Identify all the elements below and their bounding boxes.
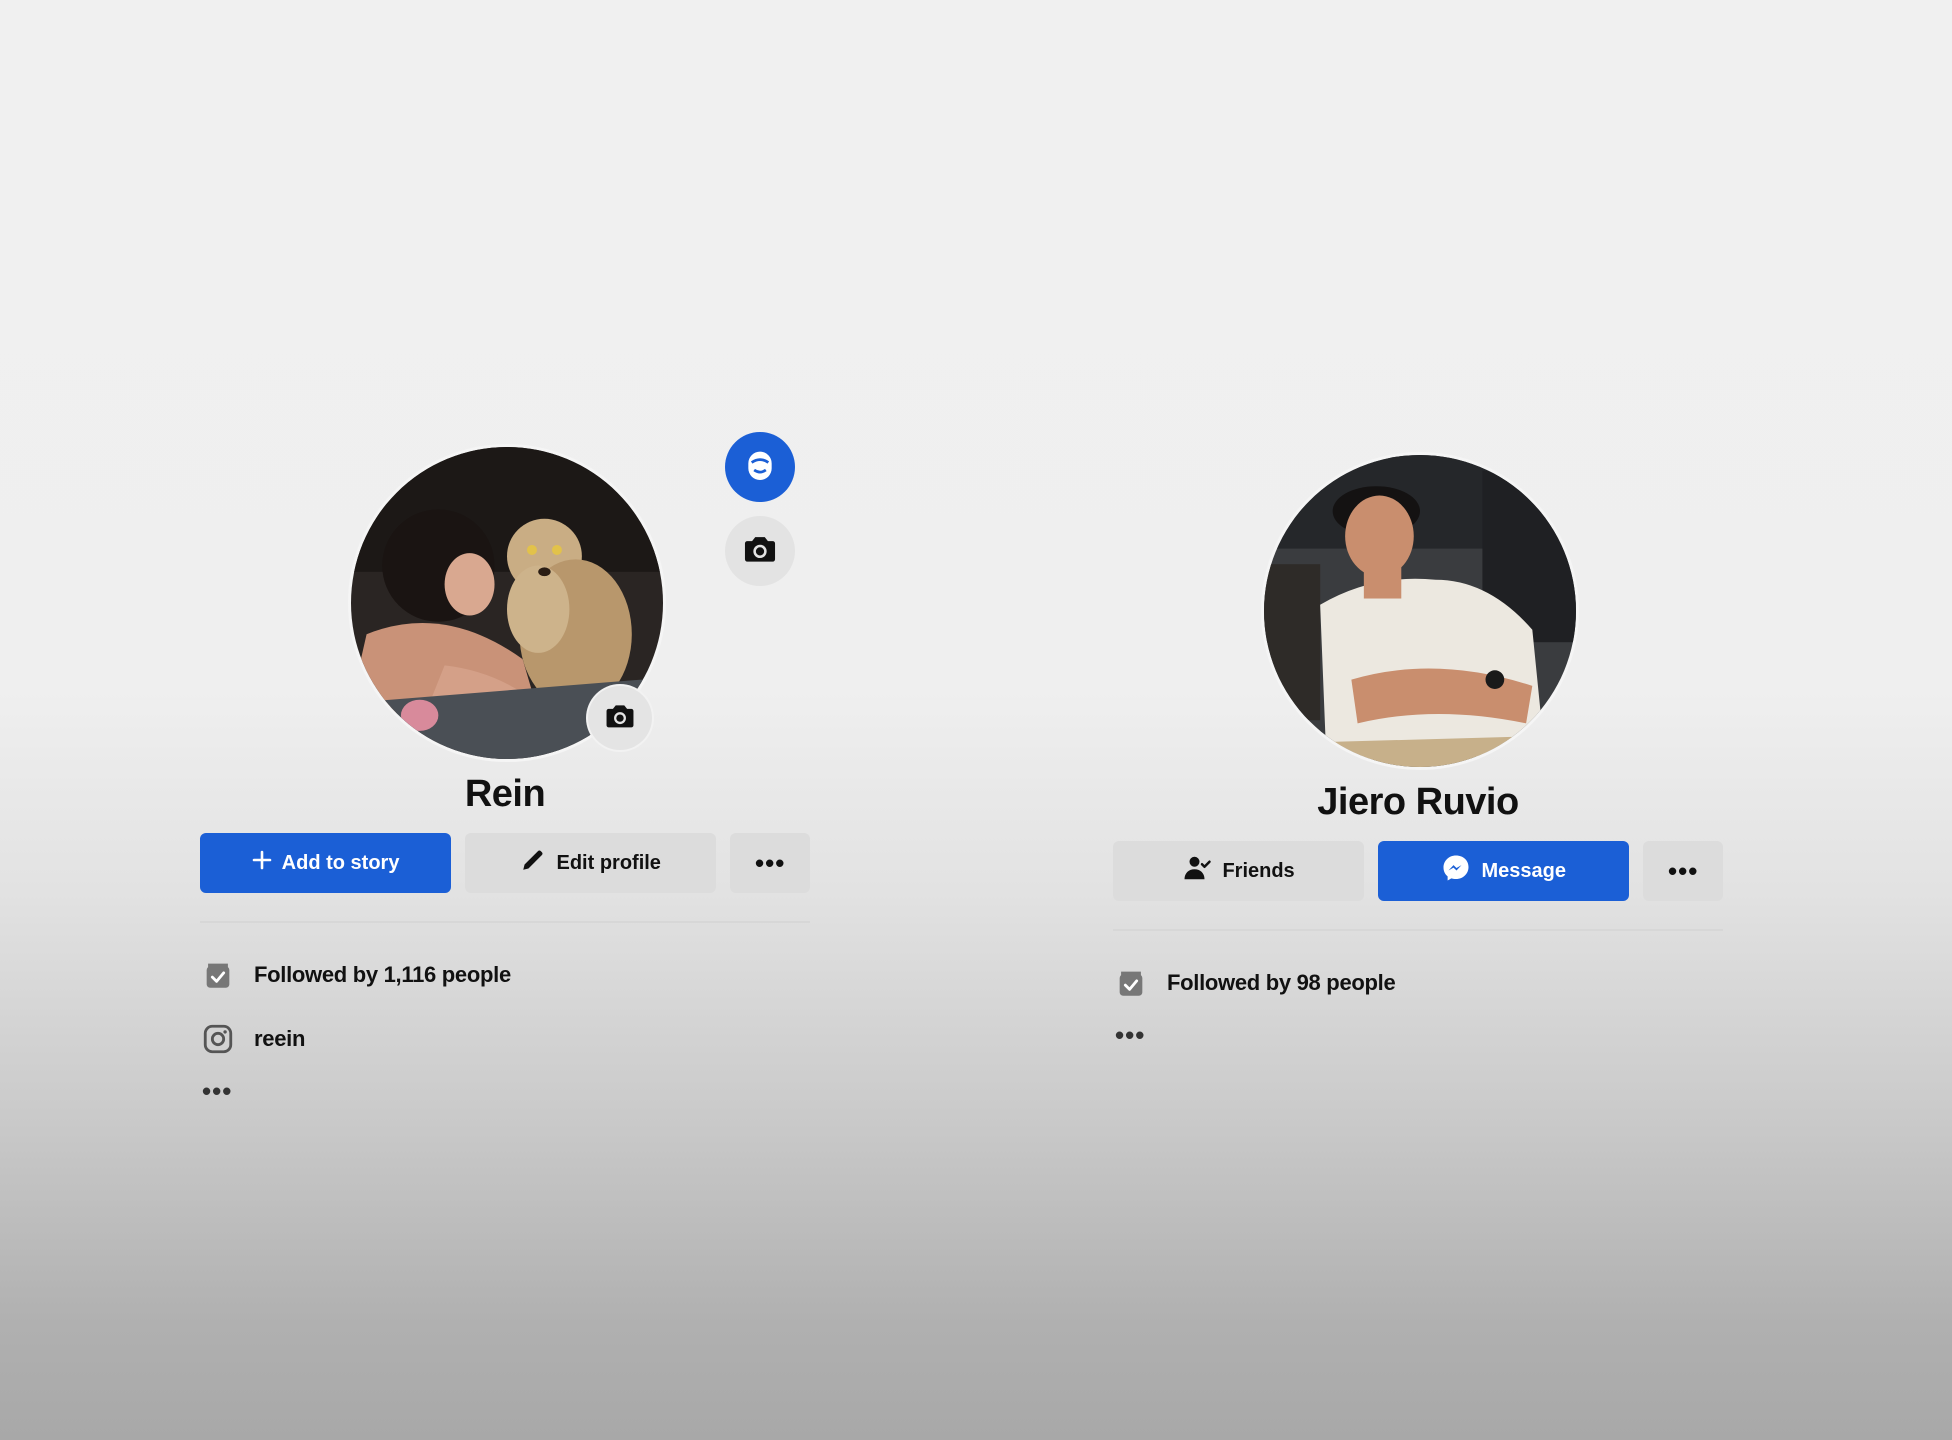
friends-label: Friends — [1222, 859, 1295, 882]
profile-intro: Followed by 1,116 people reein ••• — [200, 943, 810, 1131]
avatar-face-icon — [740, 445, 780, 490]
friends-button[interactable]: Friends — [1113, 841, 1365, 901]
instagram-icon — [200, 1021, 236, 1057]
profile-actions: Friends Message ••• — [1113, 841, 1723, 901]
change-profile-photo-button[interactable] — [588, 686, 652, 750]
camera-icon — [741, 530, 779, 573]
message-button[interactable]: Message — [1378, 841, 1630, 901]
profile-name: Jiero Ruvio — [1317, 781, 1519, 823]
divider — [200, 921, 810, 923]
instagram-row[interactable]: reein — [200, 1007, 810, 1071]
edit-profile-label: Edit profile — [556, 851, 661, 874]
profile-card-jiero-ruvio: Jiero Ruvio Friends Message ••• Followed… — [1113, 438, 1723, 1075]
profile-actions: Add to story Edit profile ••• — [200, 833, 810, 893]
followers-check-icon — [200, 957, 236, 993]
followers-row: Followed by 98 people — [1113, 951, 1723, 1015]
more-options-button[interactable]: ••• — [1643, 841, 1723, 901]
more-dots-icon: ••• — [754, 847, 786, 878]
profile-picture[interactable] — [1261, 452, 1579, 770]
followers-count: Followed by 1,116 people — [254, 962, 511, 987]
add-to-story-button[interactable]: Add to story — [200, 833, 452, 893]
followers-check-icon — [1113, 965, 1149, 1001]
profile-name: Rein — [464, 773, 546, 815]
edit-profile-button[interactable]: Edit profile — [465, 833, 717, 893]
see-more-intro-button[interactable]: ••• — [1113, 1015, 1723, 1075]
avatar-area — [1113, 438, 1723, 770]
divider — [1113, 929, 1723, 931]
more-dots-icon: ••• — [1667, 855, 1699, 886]
create-avatar-button[interactable] — [725, 432, 795, 502]
change-cover-photo-button[interactable] — [725, 516, 795, 586]
instagram-handle: reein — [254, 1026, 306, 1051]
see-more-intro-button[interactable]: ••• — [200, 1071, 810, 1131]
plus-icon — [252, 850, 272, 876]
profile-card-rein: Rein Add to story Edit profile ••• Follo… — [200, 430, 810, 1131]
profile-intro: Followed by 98 people ••• — [1113, 951, 1723, 1075]
message-label: Message — [1481, 859, 1566, 882]
messenger-icon — [1441, 853, 1471, 889]
avatar-area — [200, 430, 810, 762]
camera-icon — [603, 699, 637, 738]
pencil-icon — [520, 847, 546, 879]
more-options-button[interactable]: ••• — [730, 833, 810, 893]
followers-row: Followed by 1,116 people — [200, 943, 810, 1007]
followers-count: Followed by 98 people — [1167, 970, 1396, 995]
friends-check-icon — [1182, 853, 1212, 889]
add-to-story-label: Add to story — [281, 851, 400, 874]
